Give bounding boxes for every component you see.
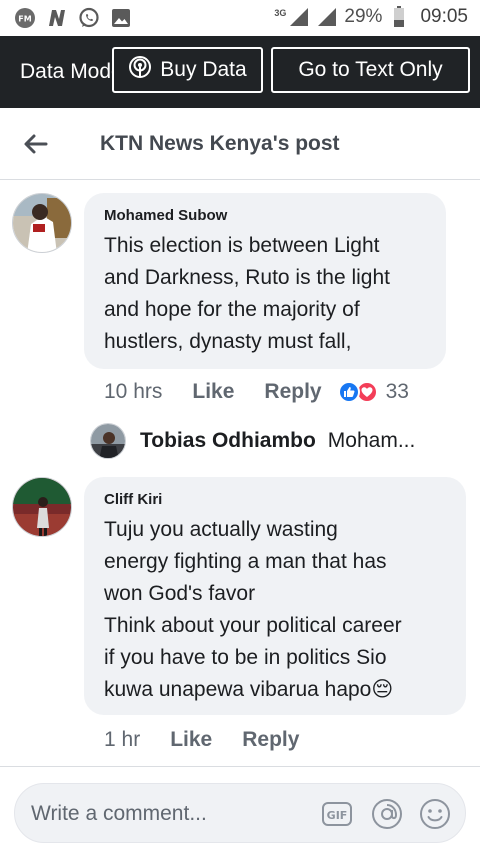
reply-button[interactable]: Reply — [264, 380, 321, 404]
reply-author[interactable]: Tobias Odhiambo — [140, 429, 316, 453]
comment-author[interactable]: Mohamed Subow — [104, 207, 426, 224]
broadcast-icon — [128, 55, 152, 85]
comment-input[interactable] — [31, 798, 311, 830]
comment-composer: GIF — [0, 766, 480, 854]
reply-preview[interactable]: Tobias Odhiambo Moham... — [90, 422, 470, 460]
reaction-count: 33 — [385, 380, 409, 403]
post-header: KTN News Kenya's post — [0, 108, 480, 180]
gallery-icon — [110, 7, 132, 29]
whatsapp-icon — [78, 7, 100, 29]
comment-bubble[interactable]: Mohamed Subow This election is between L… — [84, 193, 446, 369]
avatar[interactable] — [12, 193, 72, 253]
comment-time[interactable]: 1 hr — [104, 728, 140, 752]
signal-icon-2 — [316, 6, 338, 28]
battery-percent: 29% — [344, 6, 383, 27]
data-mode-banner: Data Mode Buy Data Go to Text Only — [0, 36, 480, 108]
fm-radio-icon: FM — [14, 7, 36, 29]
network-type-label: 3G — [274, 8, 287, 18]
status-notification-icons: FM — [14, 7, 132, 29]
comment-author[interactable]: Cliff Kiri — [104, 491, 446, 508]
n-app-icon — [46, 7, 68, 29]
buy-data-label: Buy Data — [160, 58, 247, 81]
comment-text: Tuju you actually wasting energy fightin… — [104, 518, 402, 701]
like-button[interactable]: Like — [192, 380, 234, 404]
page-title: KTN News Kenya's post — [100, 132, 340, 155]
comment-text: This election is between Light and Darkn… — [104, 234, 390, 353]
gif-icon[interactable]: GIF — [321, 798, 353, 830]
comment-actions: 1 hr Like Reply — [104, 728, 299, 752]
gif-icon-label: GIF — [327, 809, 348, 822]
comment-actions: 10 hrs Like Reply 33 — [104, 380, 409, 404]
data-mode-label: Data Mode — [20, 60, 116, 83]
status-system-icons: 3G 29% 09:05 — [274, 6, 468, 28]
reply-button[interactable]: Reply — [242, 728, 299, 752]
text-only-button[interactable]: Go to Text Only — [271, 47, 470, 93]
buy-data-button[interactable]: Buy Data — [112, 47, 263, 93]
text-only-label: Go to Text Only — [298, 58, 443, 81]
reply-snippet: Moham... — [327, 429, 416, 452]
comment-time[interactable]: 10 hrs — [104, 380, 162, 404]
status-bar: FM 3G 29% 09:05 — [0, 0, 480, 36]
avatar[interactable] — [12, 477, 72, 537]
comment-bubble[interactable]: Cliff Kiri Tuju you actually wasting ene… — [84, 477, 466, 715]
clock: 09:05 — [420, 6, 468, 27]
signal-icon — [288, 6, 310, 28]
reactions-summary[interactable]: 33 — [337, 380, 409, 404]
emoji-icon[interactable] — [419, 798, 451, 830]
comment-box[interactable]: GIF — [14, 783, 466, 843]
back-arrow-icon[interactable] — [22, 130, 50, 158]
reply-avatar — [90, 423, 126, 459]
mention-icon[interactable] — [371, 798, 403, 830]
like-reaction-icon — [337, 381, 360, 403]
like-button[interactable]: Like — [170, 728, 212, 752]
battery-icon — [388, 6, 410, 28]
svg-text:FM: FM — [18, 15, 31, 24]
